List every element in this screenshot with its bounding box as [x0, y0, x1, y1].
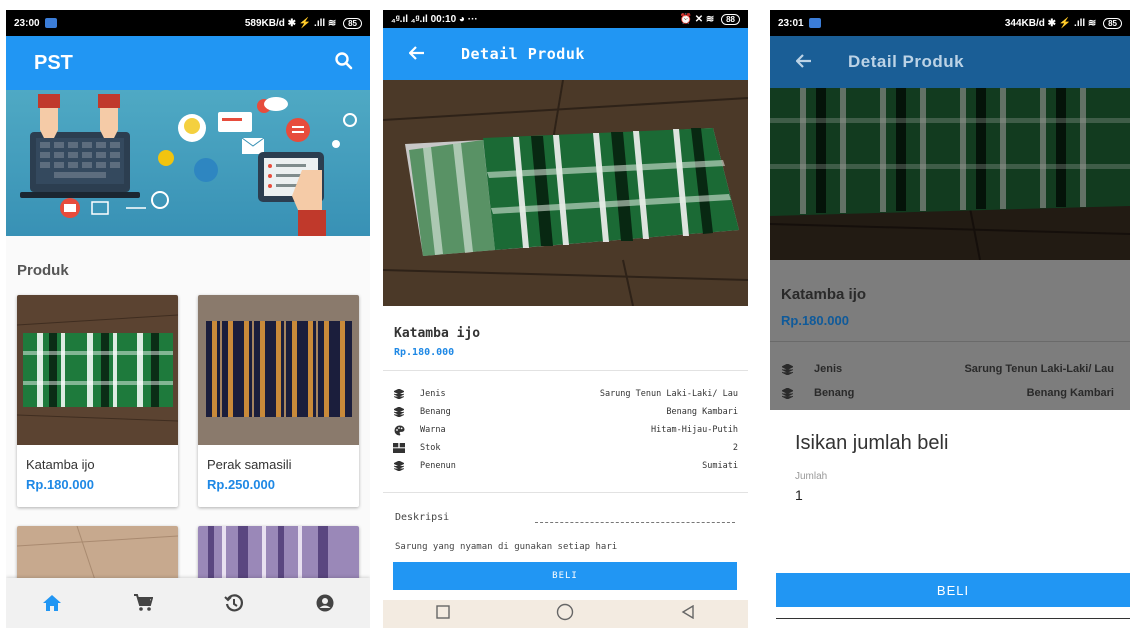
product-card[interactable]: Katamba ijo Rp.180.000: [17, 295, 178, 507]
quantity-bottom-sheet: Isikan jumlah beli Jumlah BELI: [770, 410, 1130, 620]
history-icon[interactable]: [214, 583, 254, 623]
status-indicators-left: ₄ᵍ.ıl ₄ᵍ.ıl 00:10 ◕ ···: [391, 13, 478, 25]
app-bar: Detail Produk: [383, 28, 748, 80]
spec-key: Stok: [420, 443, 441, 453]
app-bar: PST: [6, 36, 370, 90]
product-name: Katamba ijo: [26, 457, 95, 472]
product-image: [198, 295, 359, 445]
search-icon[interactable]: [334, 51, 354, 76]
description-separator: [535, 522, 735, 523]
layers-icon: [392, 389, 406, 399]
cart-icon[interactable]: [123, 583, 163, 623]
divider: [383, 492, 748, 493]
product-name: Katamba ijo: [781, 286, 867, 303]
spec-key: Penenun: [420, 461, 456, 471]
product-photo: [770, 88, 1130, 260]
spec-key: Jenis: [814, 363, 843, 375]
product-name: Perak samasili: [207, 457, 292, 472]
battery-icon: 85: [1103, 17, 1122, 29]
detail-screen: ₄ᵍ.ıl ₄ᵍ.ıl 00:10 ◕ ··· ⏰ ✕ ≋ 88 Detail …: [383, 10, 748, 628]
product-name: Katamba ijo: [394, 326, 481, 341]
description-text: Sarung yang nyaman di gunakan setiap har…: [395, 542, 618, 552]
back-triangle-icon[interactable]: [681, 604, 695, 624]
quantity-input[interactable]: [795, 487, 1095, 503]
status-bar: 23:00 589KB/d ✱ ⚡ .ıll ≋ 85: [6, 10, 370, 36]
page-title: Detail Produk: [461, 45, 585, 63]
notification-icon: [808, 18, 821, 28]
layers-icon: [780, 387, 794, 399]
product-price: Rp.180.000: [781, 313, 849, 328]
dialog-title: Isikan jumlah beli: [795, 432, 949, 454]
spec-row-jenis: Jenis Sarung Tenun Laki-Laki/ Lau: [770, 359, 1130, 379]
battery-icon: 85: [343, 17, 362, 29]
system-navigation-bar: [383, 600, 748, 628]
product-card[interactable]: [17, 526, 178, 586]
home-icon[interactable]: [32, 583, 72, 623]
spec-value: Sarung Tenun Laki-Laki/ Lau: [599, 389, 738, 399]
notification-icon: [44, 18, 57, 28]
spec-row-benang: Benang Benang Kambari: [770, 383, 1130, 403]
status-time: 23:01: [778, 17, 804, 29]
buy-button[interactable]: BELI: [393, 562, 737, 590]
layers-icon: [392, 461, 406, 471]
spec-key: Benang: [814, 387, 855, 399]
spec-value: Sumiati: [702, 461, 738, 471]
spec-row-jenis: Jenis Sarung Tenun Laki-Laki/ Lau: [383, 385, 748, 403]
spec-row-warna: Warna Hitam-Hijau-Putih: [383, 421, 748, 439]
promo-banner: [6, 90, 370, 236]
buy-button[interactable]: BELI: [776, 573, 1130, 607]
divider: [383, 370, 748, 371]
product-image: [17, 295, 178, 445]
description-label: Deskripsi: [395, 512, 450, 523]
spec-key: Jenis: [420, 389, 446, 399]
divider: [770, 341, 1130, 342]
spec-row-stok: Stok 2: [383, 439, 748, 457]
spec-row-penenun: Penenun Sumiati: [383, 457, 748, 475]
spec-value: 2: [732, 443, 738, 453]
back-arrow-icon[interactable]: [408, 44, 425, 65]
status-indicators: 589KB/d ✱ ⚡ .ıll ≋: [244, 17, 337, 29]
bottom-navigation: [6, 578, 370, 628]
status-indicators-right: ⏰ ✕ ≋: [679, 13, 715, 25]
layers-icon: [780, 363, 794, 375]
spec-value: Sarung Tenun Laki-Laki/ Lau: [964, 363, 1114, 375]
product-image: [198, 526, 359, 586]
app-title: PST: [34, 51, 73, 74]
account-icon[interactable]: [305, 583, 345, 623]
product-image: [17, 526, 178, 586]
product-photo: [383, 80, 748, 306]
home-circle-icon[interactable]: [556, 603, 574, 626]
status-bar: 23:01 344KB/d ✱ ⚡ .ıll ≋ 85: [770, 10, 1130, 36]
product-price: Rp.180.000: [26, 477, 94, 492]
battery-icon: 88: [721, 13, 740, 25]
spec-value: Hitam-Hijau-Putih: [651, 425, 738, 435]
status-time: 23:00: [14, 17, 40, 29]
layers-icon: [392, 407, 406, 417]
product-card[interactable]: Perak samasili Rp.250.000: [198, 295, 359, 507]
status-indicators: 344KB/d ✱ ⚡ .ıll ≋: [1004, 17, 1097, 29]
back-arrow-icon[interactable]: [795, 52, 812, 73]
buy-screen: 23:01 344KB/d ✱ ⚡ .ıll ≋ 85 Detail Produ…: [770, 10, 1130, 620]
spec-value: Benang Kambari: [666, 407, 738, 417]
divider: [776, 618, 1130, 619]
product-price: Rp.180.000: [394, 347, 455, 358]
page-title: Detail Produk: [848, 52, 965, 71]
product-card[interactable]: [198, 526, 359, 586]
quantity-label: Jumlah: [795, 471, 828, 482]
palette-icon: [392, 425, 406, 436]
spec-row-benang: Benang Benang Kambari: [383, 403, 748, 421]
spec-value: Benang Kambari: [1026, 387, 1114, 399]
spec-key: Benang: [420, 407, 451, 417]
status-bar: ₄ᵍ.ıl ₄ᵍ.ıl 00:10 ◕ ··· ⏰ ✕ ≋ 88: [383, 10, 748, 28]
box-icon: [392, 443, 406, 453]
spec-key: Warna: [420, 425, 446, 435]
recents-icon[interactable]: [436, 604, 450, 624]
product-price: Rp.250.000: [207, 477, 275, 492]
section-title: Produk: [17, 262, 69, 279]
home-screen: 23:00 589KB/d ✱ ⚡ .ıll ≋ 85 PST Produk K…: [6, 10, 370, 628]
app-bar: Detail Produk: [770, 36, 1130, 88]
